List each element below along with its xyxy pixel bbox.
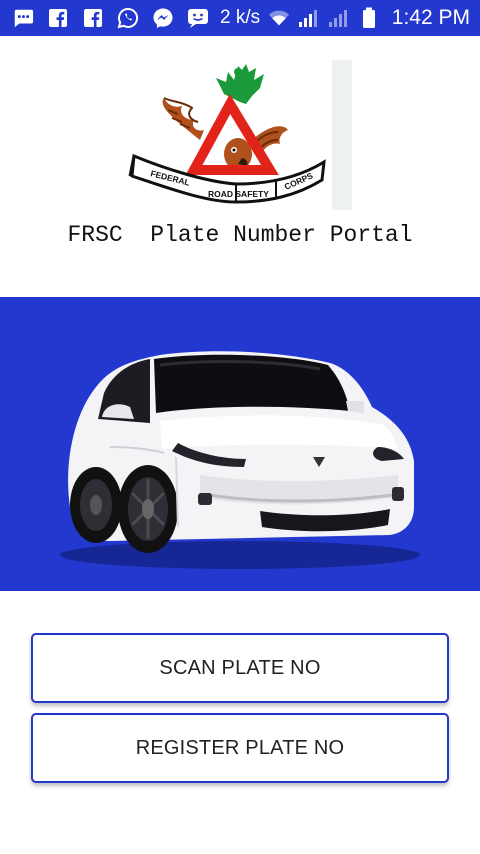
messenger-icon <box>152 7 174 29</box>
network-speed: 2 k/s <box>220 7 261 28</box>
status-bar-left: 2 k/s <box>12 7 260 29</box>
battery-icon <box>358 7 380 29</box>
green-eagle-icon <box>216 64 264 104</box>
status-bar: 2 k/s 1:42 PM <box>0 0 480 36</box>
page-title: FRSC Plate Number Portal <box>67 222 413 248</box>
wifi-icon <box>268 7 290 29</box>
frsc-logo: FEDERAL ROAD SAFETY CORPS <box>128 58 356 213</box>
whatsapp-icon <box>117 7 139 29</box>
car-image <box>60 351 420 569</box>
logo-side-strip <box>332 60 352 210</box>
signal-icon <box>298 7 320 29</box>
clock: 1:42 PM <box>391 6 470 29</box>
register-plate-button[interactable]: REGISTER PLATE NO <box>31 713 449 783</box>
scan-plate-button[interactable]: SCAN PLATE NO <box>31 633 449 703</box>
status-bar-right: 1:42 PM <box>268 6 470 30</box>
hero-banner <box>0 297 480 591</box>
signal-icon <box>328 7 350 29</box>
facebook-icon <box>47 7 69 29</box>
facebook-icon <box>82 7 104 29</box>
messages-icon <box>12 7 34 29</box>
chat-icon <box>187 7 209 29</box>
logo-banner-text-road-safety: ROAD SAFETY <box>208 189 269 199</box>
